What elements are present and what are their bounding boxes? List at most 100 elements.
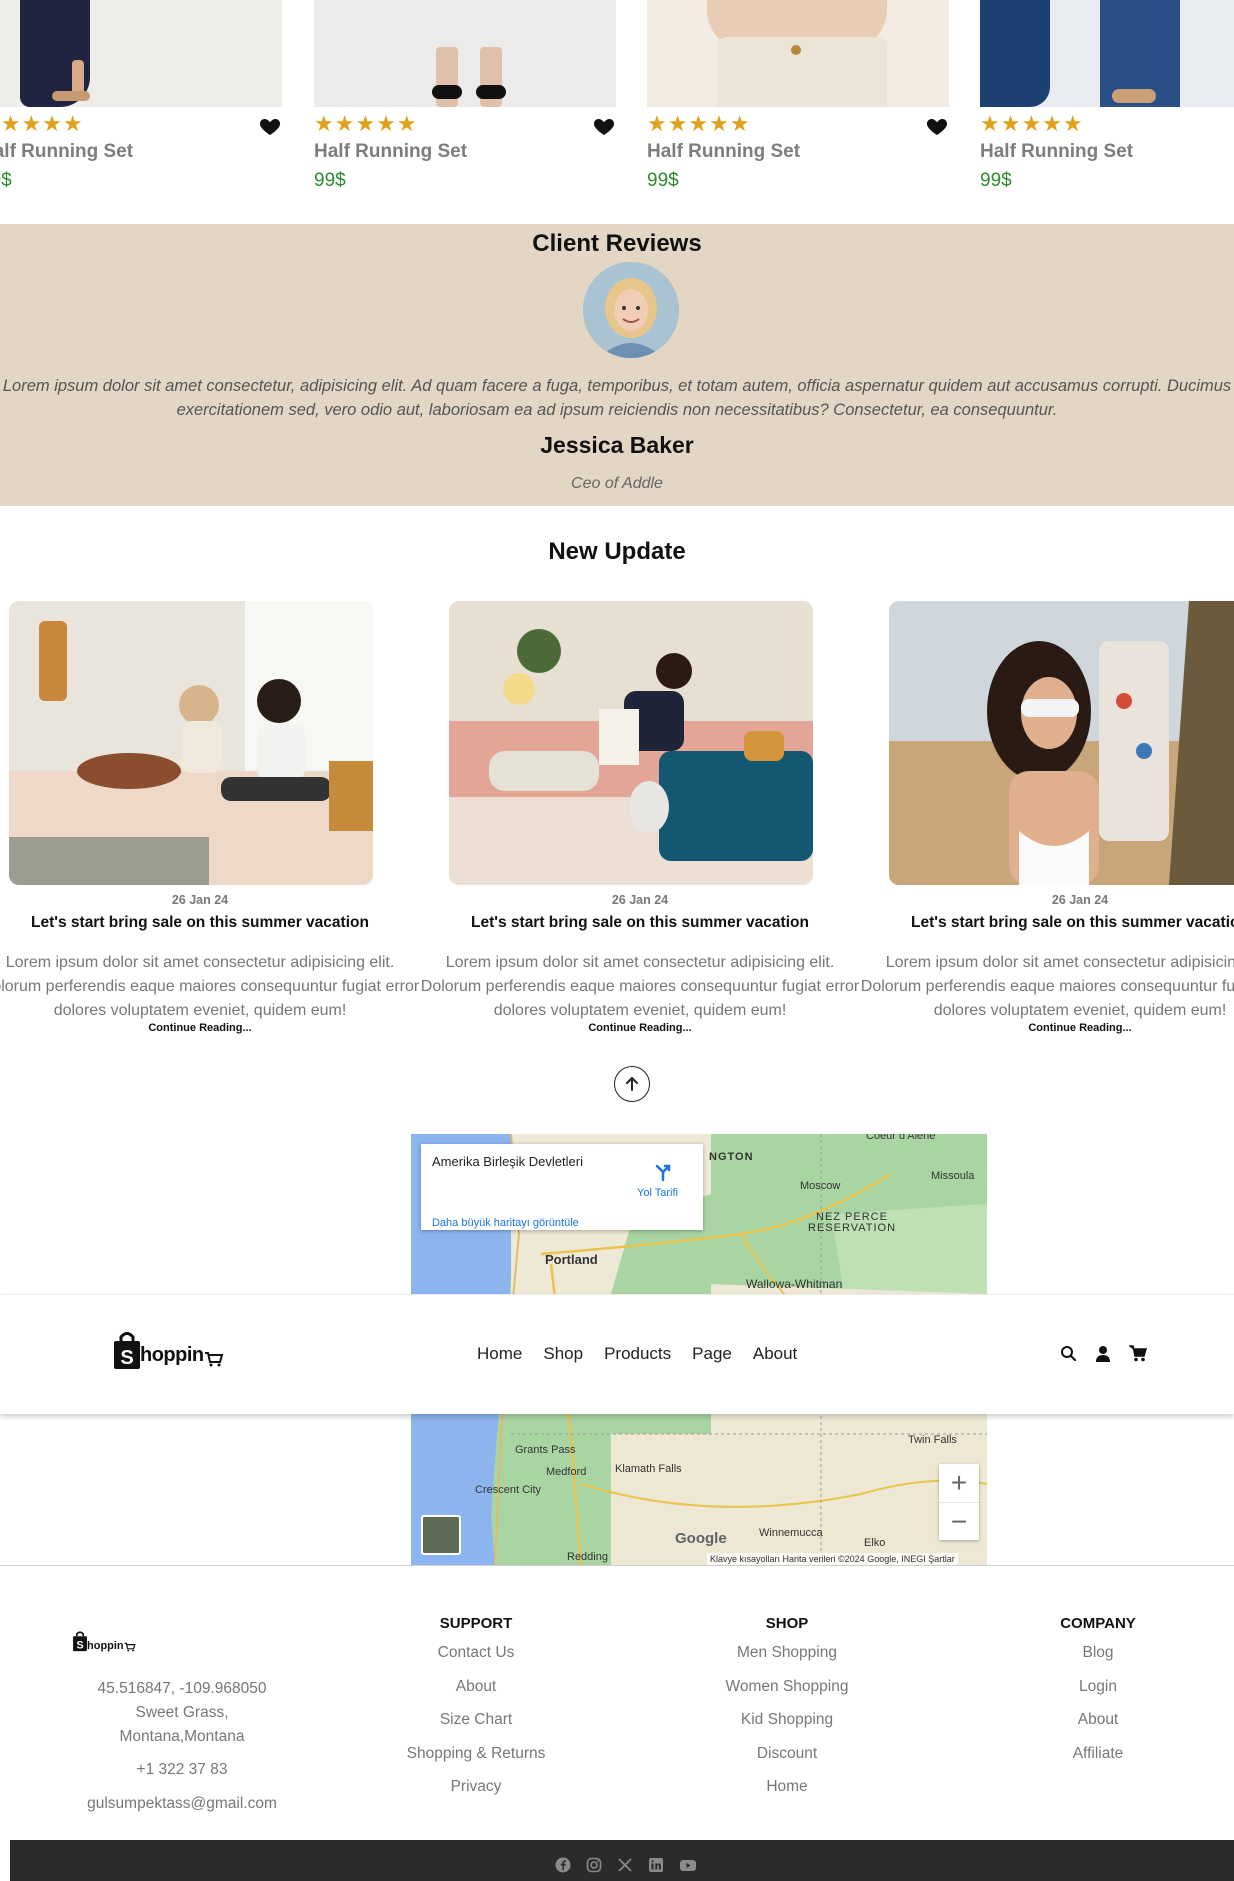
instagram-icon[interactable] <box>586 1857 602 1873</box>
continue-reading-link[interactable]: Continue Reading... <box>889 1022 1234 1034</box>
product-name[interactable]: Half Running Set <box>314 141 467 163</box>
map-label: Klamath Falls <box>615 1463 682 1475</box>
client-reviews: Client Reviews Lorem ipsum dolor sit ame… <box>0 224 1234 506</box>
rating-stars: ★★★★★ <box>980 112 1084 137</box>
footer-company-title: COMPANY <box>1060 1615 1136 1632</box>
linkedin-icon[interactable] <box>648 1857 664 1873</box>
footer-link[interactable]: Contact Us <box>391 1636 561 1670</box>
post-excerpt: Lorem ipsum dolor sit amet consectetur a… <box>420 954 860 1019</box>
view-larger-map-link[interactable]: Daha büyük haritayı görüntüle <box>432 1217 579 1229</box>
footer-link[interactable]: Women Shopping <box>702 1670 872 1704</box>
map-label: Redding <box>567 1551 608 1563</box>
directions-icon[interactable] <box>653 1162 673 1182</box>
reviewer-name: Jessica Baker <box>540 432 694 458</box>
blog-post-image[interactable] <box>9 601 373 885</box>
footer-logo-text: hoppin <box>87 1640 124 1652</box>
search-icon[interactable] <box>1060 1345 1077 1362</box>
blog-post-image[interactable] <box>449 601 813 885</box>
post-title[interactable]: Let's start bring sale on this summer va… <box>0 914 401 932</box>
product-name[interactable]: Half Running Set <box>980 141 1133 163</box>
map-zoom-controls: + − <box>939 1464 979 1540</box>
review-text: Lorem ipsum dolor sit amet consectetur, … <box>2 377 1232 419</box>
product-strip: ★★★★★ Half Running Set 99$ ★★★★★ Half Ru… <box>0 0 1234 224</box>
nav-products[interactable]: Products <box>604 1344 671 1364</box>
blog-post-image[interactable] <box>889 601 1234 885</box>
youtube-icon[interactable] <box>679 1857 697 1873</box>
footer-link[interactable]: Men Shopping <box>702 1636 872 1670</box>
cart-logo-icon <box>124 1642 136 1652</box>
footer-link[interactable]: Login <box>1038 1670 1158 1704</box>
user-icon[interactable] <box>1095 1345 1111 1362</box>
nav-page[interactable]: Page <box>692 1344 732 1364</box>
product-image[interactable] <box>0 0 282 107</box>
svg-text:S: S <box>76 1639 83 1651</box>
product-card[interactable]: ★★★★★ Half Running Set 99$ <box>0 0 282 191</box>
product-card[interactable]: ★★★★★ Half Running Set 99$ <box>980 0 1234 191</box>
product-card[interactable]: ★★★★★ Half Running Set 99$ <box>647 0 949 191</box>
product-name[interactable]: Half Running Set <box>647 141 800 163</box>
map-label: NGTON <box>709 1151 754 1163</box>
footer-link[interactable]: Privacy <box>391 1770 561 1804</box>
main-nav: Home Shop Products Page About <box>477 1344 818 1364</box>
nav-home[interactable]: Home <box>477 1344 522 1364</box>
post-excerpt: Lorem ipsum dolor sit amet consectetur a… <box>860 954 1234 1019</box>
product-image[interactable] <box>980 0 1234 107</box>
footer-link[interactable]: About <box>391 1670 561 1704</box>
cart-logo-icon <box>204 1352 223 1367</box>
scroll-to-top-button[interactable] <box>614 1066 650 1102</box>
heart-icon[interactable] <box>925 114 949 138</box>
social-links <box>555 1857 697 1873</box>
footer-link[interactable]: Blog <box>1038 1636 1158 1670</box>
map-attribution[interactable]: Klavye kısayolları Harita verileri ©2024… <box>707 1553 958 1565</box>
footer-link[interactable]: Home <box>702 1770 872 1804</box>
footer-company-column: COMPANY Blog Login About Affiliate <box>1038 1615 1158 1770</box>
post-title[interactable]: Let's start bring sale on this summer va… <box>879 914 1234 932</box>
footer-logo[interactable]: S hoppin <box>72 1630 136 1652</box>
footer-link[interactable]: Size Chart <box>391 1703 561 1737</box>
product-name[interactable]: Half Running Set <box>0 141 133 163</box>
heart-icon[interactable] <box>592 114 616 138</box>
site-header: S hoppin Home Shop Products Page About <box>0 1294 1234 1414</box>
product-card[interactable]: ★★★★★ Half Running Set 99$ <box>314 0 616 191</box>
facebook-icon[interactable] <box>555 1857 571 1873</box>
heart-icon[interactable] <box>258 114 282 138</box>
map-label: Portland <box>545 1252 598 1267</box>
footer-link[interactable]: Discount <box>702 1737 872 1771</box>
product-image[interactable] <box>647 0 949 107</box>
rating-stars: ★★★★★ <box>647 112 751 137</box>
post-date: 26 Jan 24 <box>171 893 229 907</box>
map-label: Crescent City <box>475 1484 542 1496</box>
footer-link[interactable]: About <box>1038 1703 1158 1737</box>
shopping-bag-logo-icon: S <box>73 1631 87 1651</box>
directions-link[interactable]: Yol Tarifi <box>637 1187 678 1199</box>
x-twitter-icon[interactable] <box>617 1857 633 1873</box>
map-label: Wallowa-Whitman <box>746 1277 843 1291</box>
nav-shop[interactable]: Shop <box>543 1344 583 1364</box>
site-logo[interactable]: S hoppin <box>112 1331 224 1369</box>
map-label: Winnemucca <box>759 1527 823 1539</box>
cart-icon[interactable] <box>1129 1345 1148 1362</box>
footer-link[interactable]: Shopping & Returns <box>391 1737 561 1771</box>
svg-text:S: S <box>120 1347 133 1369</box>
product-image[interactable] <box>314 0 616 107</box>
arrow-up-icon <box>626 1077 638 1091</box>
continue-reading-link[interactable]: Continue Reading... <box>449 1022 831 1034</box>
post-date: 26 Jan 24 <box>1051 893 1109 907</box>
footer-link[interactable]: Affiliate <box>1038 1737 1158 1771</box>
footer-link[interactable]: Kid Shopping <box>702 1703 872 1737</box>
map-location-name: Amerika Birleşik Devletleri <box>432 1154 583 1169</box>
map-satellite-toggle[interactable] <box>421 1515 461 1555</box>
nav-about[interactable]: About <box>753 1344 797 1364</box>
map-label: RESERVATION <box>808 1222 897 1234</box>
reviews-title: Client Reviews <box>532 230 702 257</box>
footer-address-line2: Montana,Montana <box>119 1728 245 1745</box>
zoom-in-button[interactable]: + <box>939 1464 979 1502</box>
footer-email[interactable]: gulsumpektass@gmail.com <box>62 1792 302 1816</box>
rating-stars: ★★★★★ <box>0 112 84 137</box>
page: ★★★★★ Half Running Set 99$ ★★★★★ Half Ru… <box>0 0 1234 1881</box>
post-title[interactable]: Let's start bring sale on this summer va… <box>439 914 841 932</box>
google-logo: Google <box>675 1530 727 1547</box>
zoom-out-button[interactable]: − <box>939 1502 979 1540</box>
footer-phone: +1 322 37 83 <box>136 1761 228 1778</box>
continue-reading-link[interactable]: Continue Reading... <box>9 1022 391 1034</box>
